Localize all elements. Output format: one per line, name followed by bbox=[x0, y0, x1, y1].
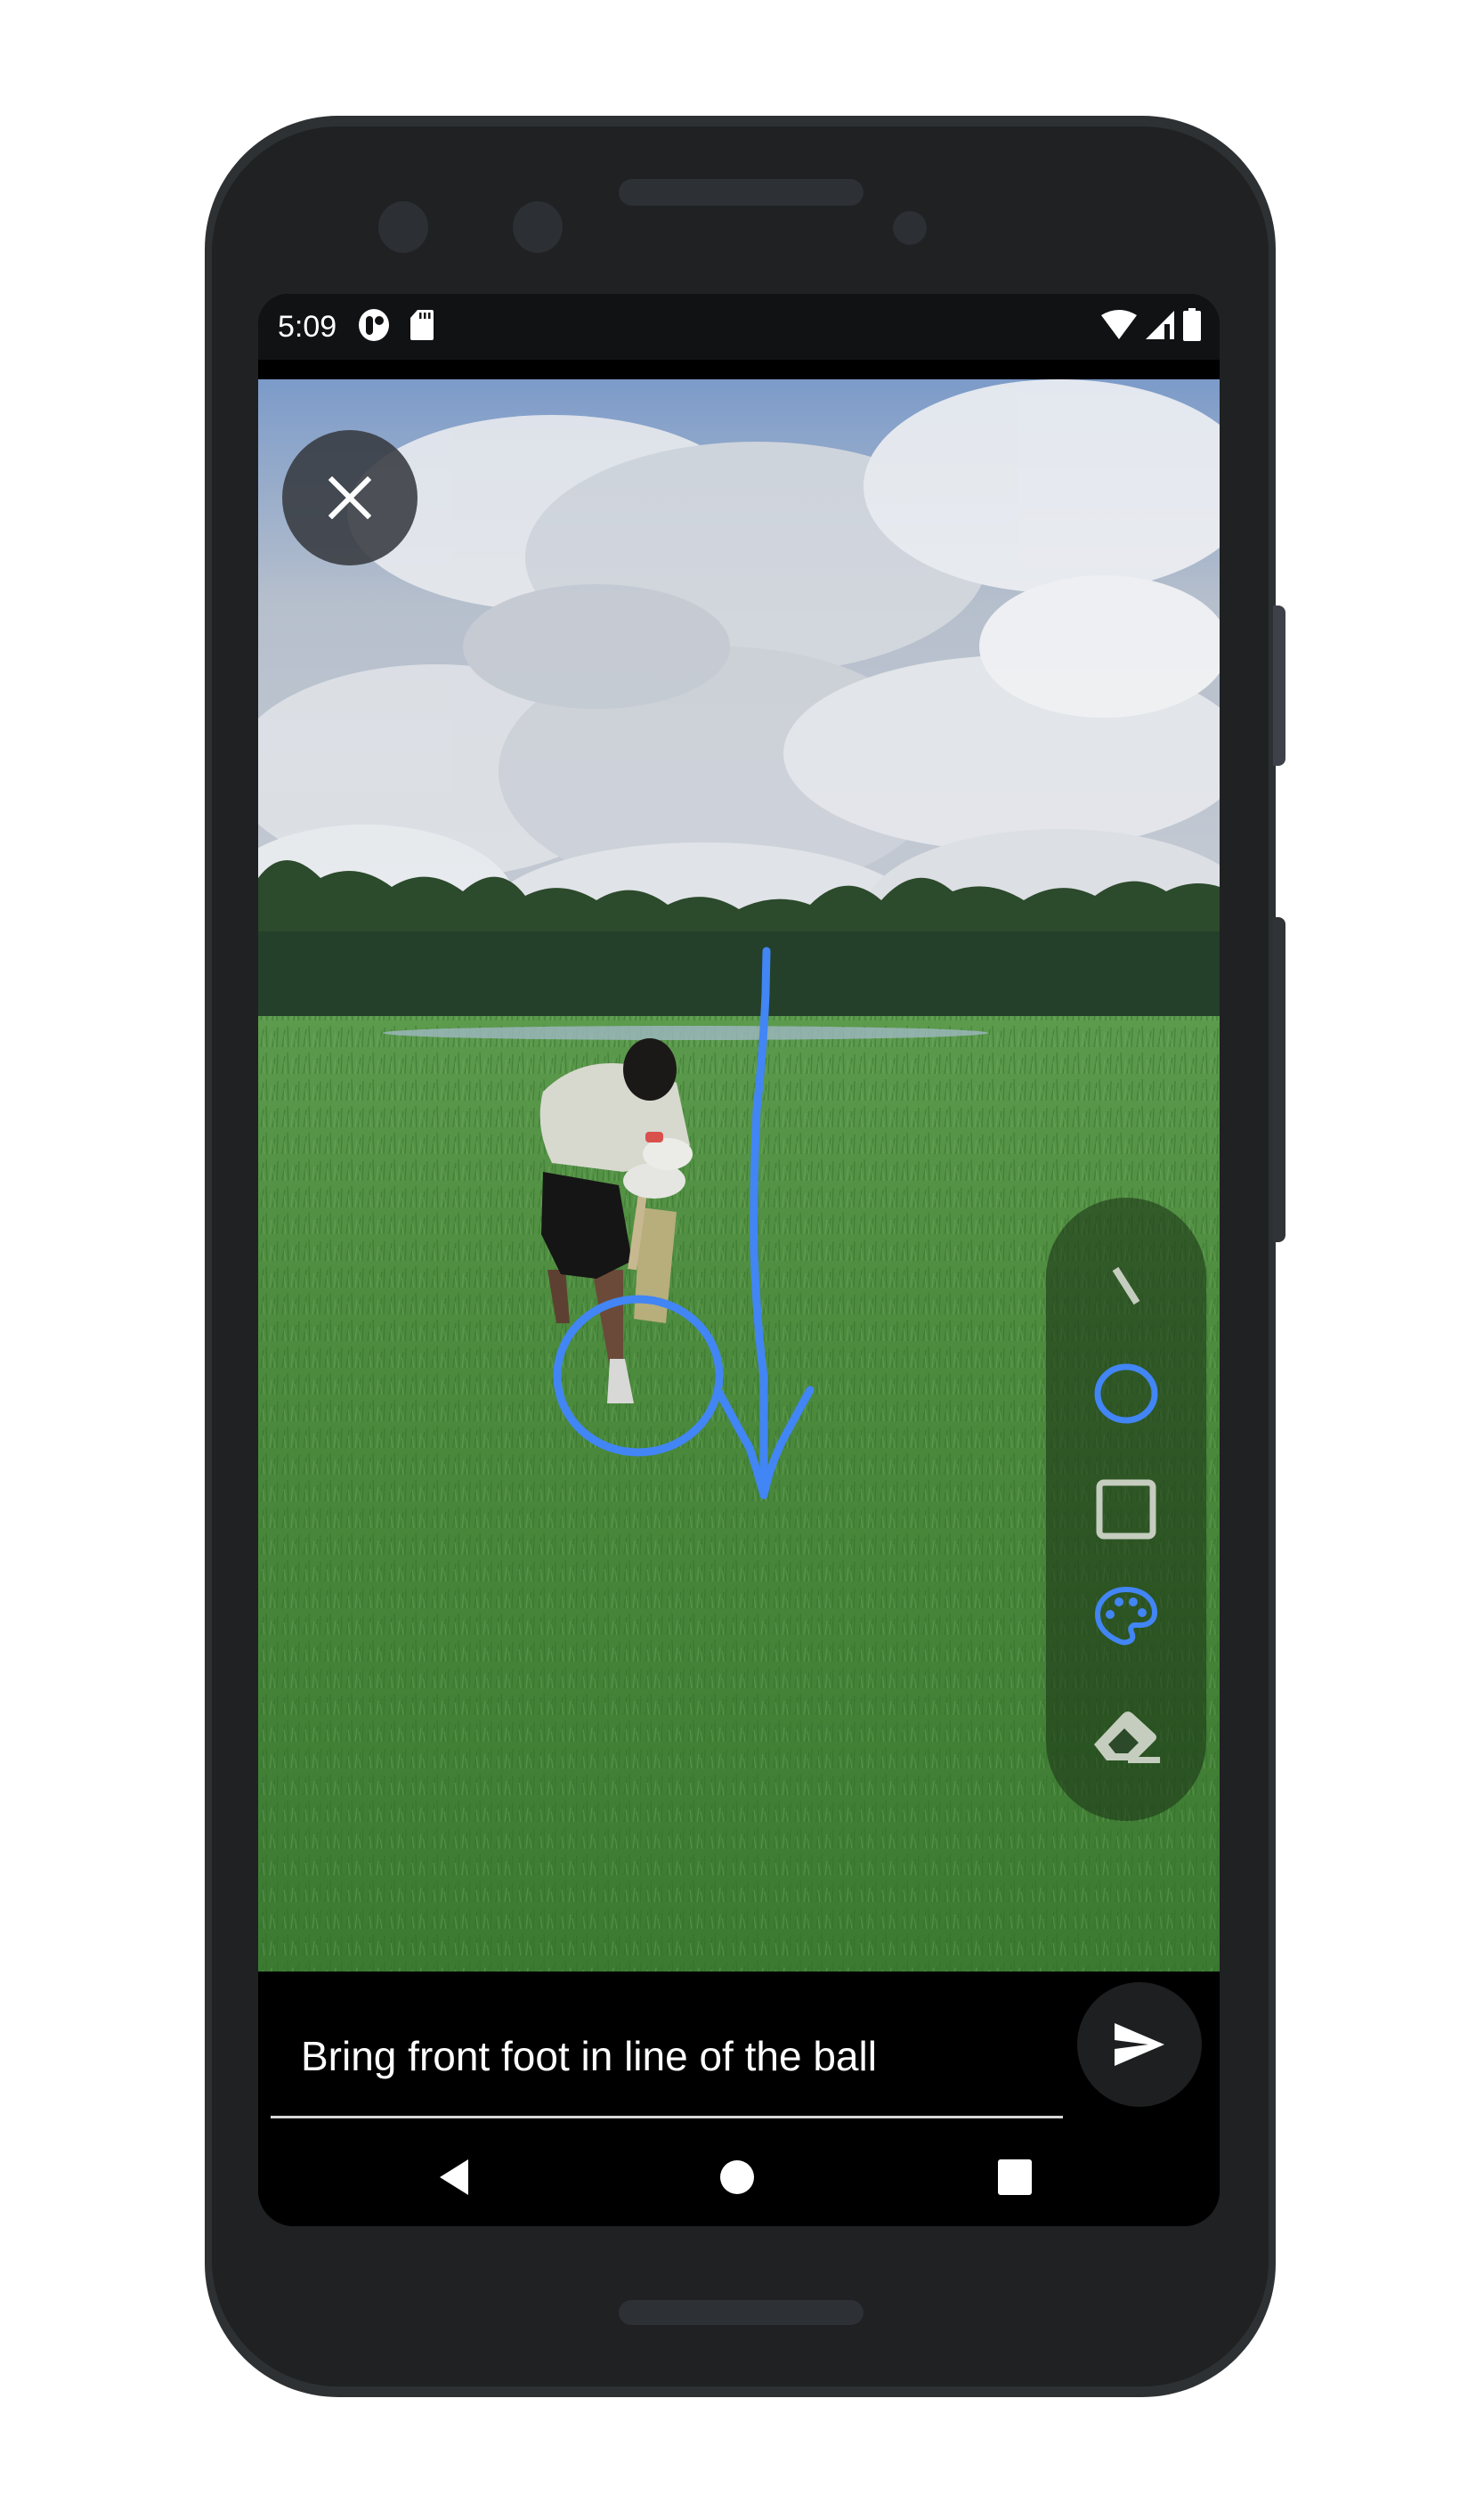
send-icon bbox=[1115, 2023, 1164, 2066]
circle-tool-icon bbox=[1094, 1363, 1158, 1424]
color-picker-button[interactable] bbox=[1086, 1576, 1166, 1656]
eraser-tool-button[interactable] bbox=[1086, 1696, 1166, 1776]
front-camera bbox=[378, 201, 428, 253]
media-app-icon bbox=[358, 308, 390, 346]
line-tool-icon bbox=[1112, 1266, 1140, 1305]
rectangle-tool-button[interactable] bbox=[1086, 1469, 1166, 1549]
wifi-icon bbox=[1100, 309, 1138, 345]
status-system-icons bbox=[1100, 294, 1202, 360]
status-bar-spacer bbox=[258, 360, 1220, 379]
status-bar: 5:09 bbox=[258, 294, 1220, 360]
rectangle-tool-icon bbox=[1096, 1479, 1156, 1540]
eraser-icon bbox=[1094, 1711, 1160, 1763]
nav-recents-button[interactable] bbox=[984, 2146, 1046, 2208]
back-icon bbox=[440, 2159, 468, 2195]
nav-home-button[interactable] bbox=[706, 2146, 768, 2208]
line-tool-button[interactable] bbox=[1086, 1247, 1166, 1327]
screen: 5:09 Bring front foot in line of the bal… bbox=[258, 294, 1220, 2226]
battery-icon bbox=[1182, 307, 1202, 346]
front-camera-secondary bbox=[513, 201, 563, 253]
send-button[interactable] bbox=[1077, 1982, 1202, 2107]
close-button[interactable] bbox=[282, 430, 418, 565]
bottom-speaker bbox=[619, 2300, 864, 2325]
comment-input[interactable]: Bring front foot in line of the ball bbox=[271, 1996, 1063, 2118]
proximity-sensor bbox=[893, 211, 927, 245]
video-player[interactable] bbox=[258, 379, 1220, 1971]
power-button bbox=[1273, 917, 1285, 1242]
home-icon bbox=[720, 2160, 754, 2194]
comment-input-value: Bring front foot in line of the ball bbox=[301, 2033, 877, 2079]
drawing-toolbar bbox=[1046, 1198, 1206, 1821]
circle-tool-button[interactable] bbox=[1086, 1354, 1166, 1434]
nav-back-button[interactable] bbox=[423, 2146, 485, 2208]
navigation-bar bbox=[258, 2128, 1220, 2226]
palette-icon bbox=[1095, 1587, 1157, 1646]
cellular-signal-icon bbox=[1145, 310, 1175, 345]
status-notification-icons bbox=[358, 308, 434, 346]
recents-icon bbox=[998, 2159, 1032, 2195]
status-time: 5:09 bbox=[278, 309, 337, 344]
pitch-cover bbox=[383, 1026, 988, 1040]
sd-card-icon bbox=[410, 309, 434, 346]
earpiece-speaker bbox=[619, 179, 864, 206]
volume-button bbox=[1273, 606, 1285, 766]
close-icon bbox=[328, 476, 371, 519]
